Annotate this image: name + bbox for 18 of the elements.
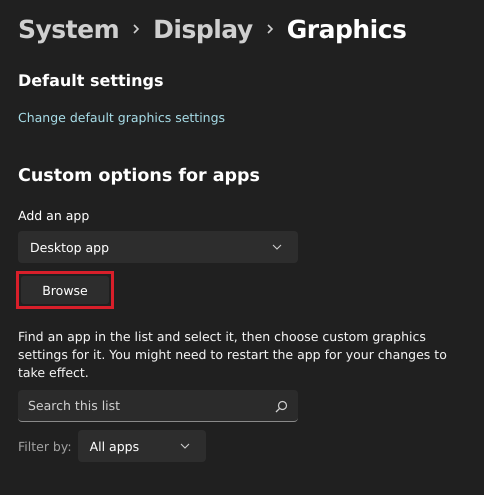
- section-heading: Custom options for apps: [18, 166, 261, 186]
- section-heading: Default settings: [18, 71, 165, 90]
- settings-link[interactable]: Change default graphics settings: [18, 110, 226, 125]
- filter-dropdown[interactable]: All apps: [78, 430, 206, 462]
- search-icon: [275, 400, 288, 413]
- app-type-dropdown[interactable]: Desktop app: [18, 231, 298, 263]
- breadcrumb-item[interactable]: Display: [153, 14, 253, 44]
- chevron-down-icon: [272, 244, 282, 250]
- breadcrumb-item: Graphics: [286, 14, 406, 44]
- filter-label: Filter by:: [18, 438, 72, 454]
- field-label: Add an app: [18, 208, 90, 223]
- chevron-down-icon: [180, 443, 190, 449]
- chevron-right-icon: [132, 23, 140, 35]
- chevron-right-icon: [266, 23, 274, 35]
- breadcrumb-item[interactable]: System: [18, 14, 120, 44]
- search-field[interactable]: Search this list: [18, 390, 298, 422]
- description-text: Find an app in the list and select it, then choose custom graphics settings for it. You might need to restart the app for your changes to take effect.: [18, 328, 448, 382]
- browse-button[interactable]: Browse: [21, 276, 109, 304]
